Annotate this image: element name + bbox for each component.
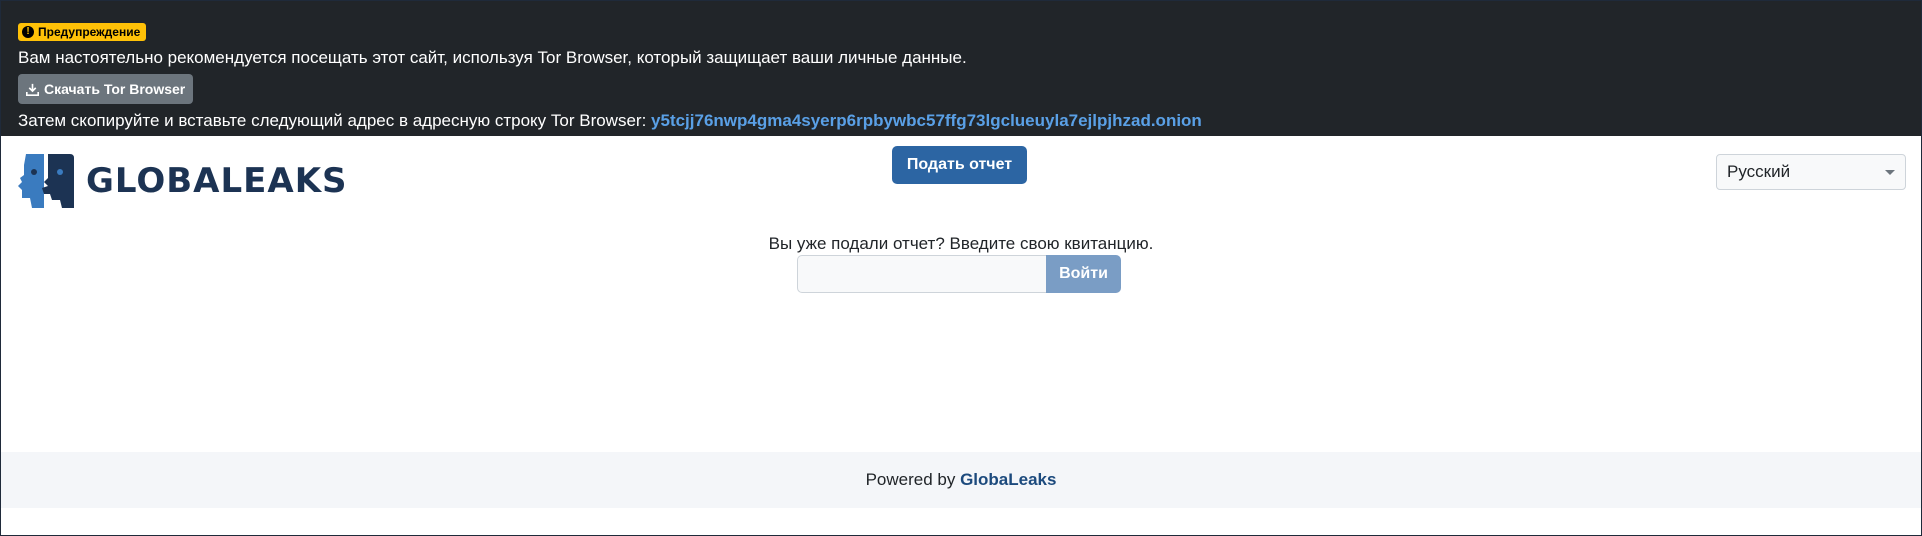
onion-prefix-text: Затем скопируйте и вставьте следующий ад…: [18, 111, 652, 130]
logo-text: GLOBALEAKS: [86, 161, 348, 201]
download-tor-label: Скачать Tor Browser: [44, 81, 186, 97]
exclamation-circle-icon: !: [22, 26, 34, 38]
caret-down-icon: [1885, 170, 1895, 175]
onion-address-line: Затем скопируйте и вставьте следующий ад…: [18, 111, 1904, 131]
tor-warning-banner: ! Предупреждение Вам настоятельно рекоме…: [1, 1, 1921, 136]
warning-badge-label: Предупреждение: [38, 25, 141, 39]
language-select[interactable]: Русский: [1716, 154, 1906, 190]
language-selected-value: Русский: [1727, 162, 1791, 181]
receipt-prompt: Вы уже подали отчет? Введите свою квитан…: [768, 234, 1154, 253]
download-tor-button[interactable]: Скачать Tor Browser: [18, 74, 194, 104]
powered-by-text: Powered by: [865, 470, 961, 489]
warning-badge: ! Предупреждение: [18, 23, 147, 41]
login-button[interactable]: Войти: [1046, 255, 1121, 293]
globaleaks-logo[interactable]: GLOBALEAKS: [18, 152, 348, 210]
page: ! Предупреждение Вам настоятельно рекоме…: [0, 0, 1922, 536]
receipt-login-form: Войти: [797, 255, 1121, 293]
tor-recommendation-text: Вам настоятельно рекомендуется посещать …: [18, 48, 967, 67]
onion-address-link[interactable]: y5tcjj76nwp4gma4syerp6rpbywbc57ffg73lgcl…: [651, 111, 1202, 130]
submit-report-button[interactable]: Подать отчет: [892, 146, 1027, 184]
footer: Powered by GlobaLeaks: [1, 452, 1921, 508]
globaleaks-faces-logo-icon: [18, 154, 74, 208]
receipt-input[interactable]: [797, 255, 1046, 293]
globaleaks-link[interactable]: GlobaLeaks: [960, 470, 1056, 489]
download-icon: [26, 83, 39, 96]
